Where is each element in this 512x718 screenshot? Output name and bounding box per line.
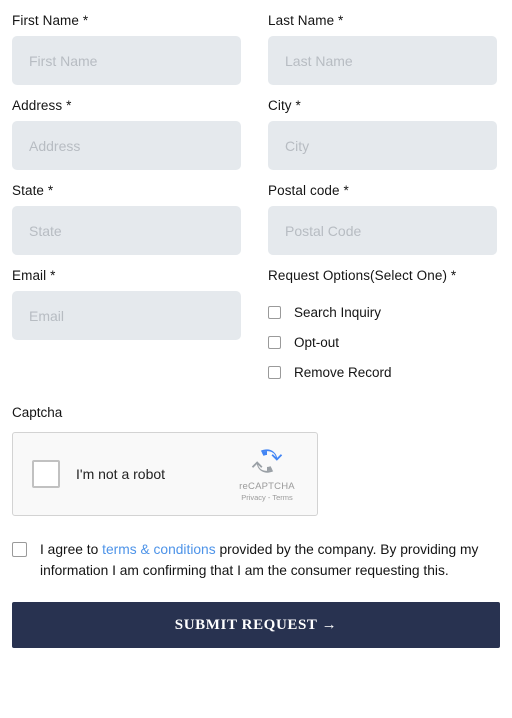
option-search-inquiry[interactable]: Search Inquiry [268,299,497,326]
option-opt-out[interactable]: Opt-out [268,329,497,356]
captcha-label: Captcha [12,405,63,420]
option-label: Search Inquiry [294,304,382,320]
submit-wrap: SUBMIT REQUEST → [12,581,500,648]
last-name-label: Last Name * [268,13,344,28]
recaptcha-checkbox-label: I'm not a robot [76,466,166,482]
city-label: City * [268,98,301,113]
checkbox-icon[interactable] [268,306,281,319]
email-label: Email * [12,268,56,283]
option-remove-record[interactable]: Remove Record [268,359,497,386]
form-row-state-postal: State * Postal code * [12,170,500,255]
last-name-input[interactable] [268,36,497,85]
request-options-list: Search Inquiry Opt-out Remove Record [268,291,497,386]
consent-checkbox-icon[interactable] [12,542,27,557]
submit-request-button[interactable]: SUBMIT REQUEST → [12,602,500,648]
postal-code-label: Postal code * [268,183,349,198]
checkbox-icon[interactable] [268,336,281,349]
recaptcha-brand-name: reCAPTCHA [239,481,295,492]
field-postal-code: Postal code * [268,170,497,255]
consent-row[interactable]: I agree to terms & conditions provided b… [12,516,500,581]
recaptcha-privacy-terms[interactable]: Privacy - Terms [229,493,305,503]
address-input[interactable] [12,121,241,170]
field-email: Email * [12,255,241,389]
field-first-name: First Name * [12,0,241,85]
address-label: Address * [12,98,72,113]
recaptcha-widget[interactable]: I'm not a robot reCAPTCHA Privacy - Term… [12,432,318,516]
checkbox-icon[interactable] [268,366,281,379]
state-label: State * [12,183,54,198]
recaptcha-logo-icon [229,442,305,480]
postal-code-input[interactable] [268,206,497,255]
option-label: Opt-out [294,334,340,350]
field-request-options: Request Options(Select One) * Search Inq… [268,255,497,389]
option-label: Remove Record [294,364,392,380]
form-row-email-options: Email * Request Options(Select One) * Se… [12,255,500,389]
first-name-label: First Name * [12,13,89,28]
form-row-name: First Name * Last Name * [12,0,500,85]
field-state: State * [12,170,241,255]
recaptcha-checkbox[interactable] [32,460,60,488]
city-input[interactable] [268,121,497,170]
email-input[interactable] [12,291,241,340]
field-address: Address * [12,85,241,170]
request-options-label: Request Options(Select One) * [268,268,457,283]
consumer-request-form: First Name * Last Name * Address * City … [0,0,512,718]
field-city: City * [268,85,497,170]
form-row-address: Address * City * [12,85,500,170]
terms-conditions-link[interactable]: terms & conditions [102,542,216,557]
first-name-input[interactable] [12,36,241,85]
consent-text: I agree to terms & conditions provided b… [40,539,495,581]
field-last-name: Last Name * [268,0,497,85]
state-input[interactable] [12,206,241,255]
captcha-section: Captcha I'm not a robot reCAPTCHA Privac… [12,389,500,516]
recaptcha-branding: reCAPTCHA Privacy - Terms [229,442,305,503]
consent-text-before: I agree to [40,542,103,557]
